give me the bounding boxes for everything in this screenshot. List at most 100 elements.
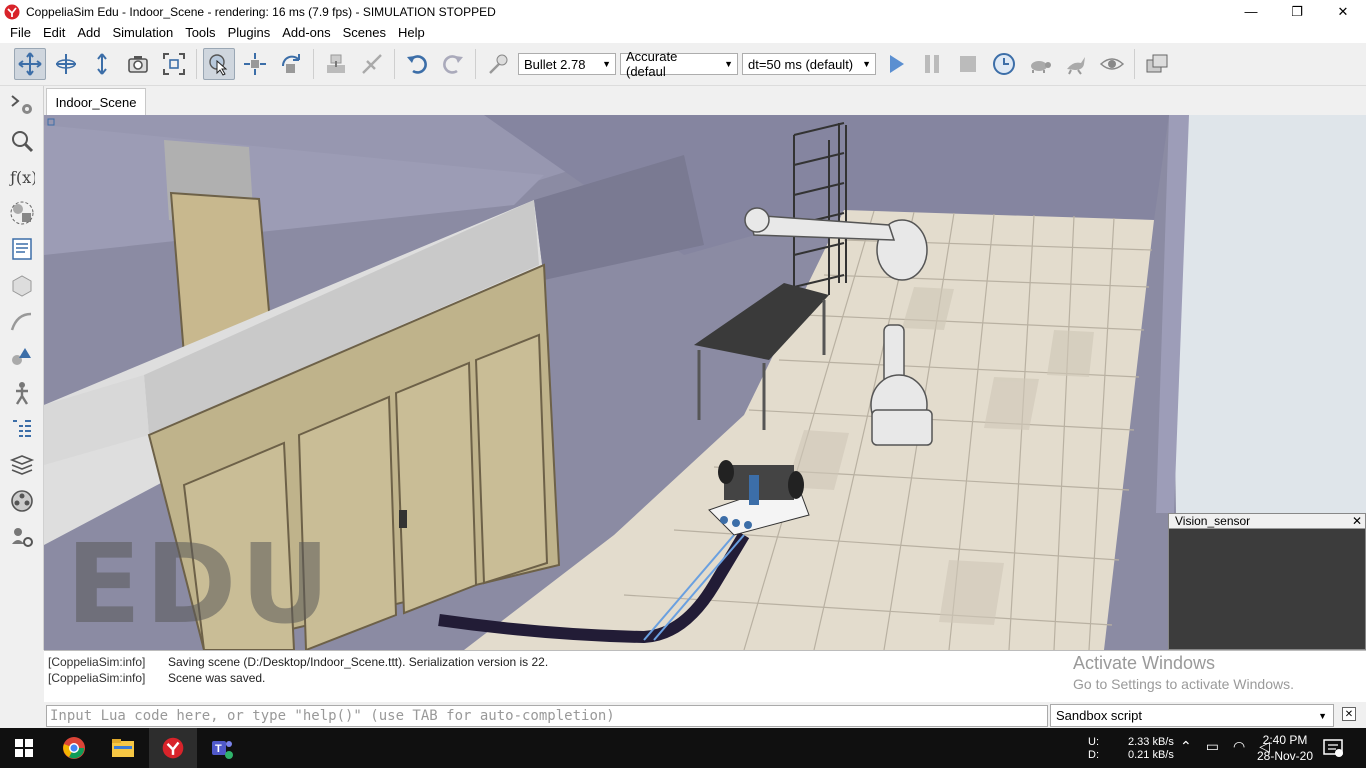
accuracy-select[interactable]: Accurate (defaul ▼ [620,49,738,79]
toolbar-separator [196,49,197,79]
coppeliasim-taskbar-button[interactable] [149,728,197,768]
start-button[interactable] [0,728,48,768]
undo-button[interactable] [401,48,433,80]
vision-sensor-close-button[interactable]: ✕ [1352,514,1362,528]
shape-edit-button[interactable] [4,268,40,302]
realtime-button[interactable] [988,48,1020,80]
scripts-button[interactable] [4,232,40,266]
menu-add[interactable]: Add [71,23,106,43]
transfer-dna-button[interactable] [356,48,388,80]
tab-indoor-scene[interactable]: Indoor_Scene [46,88,146,115]
layers-icon [9,455,35,475]
assemble-icon [327,54,345,73]
menu-tools[interactable]: Tools [179,23,221,43]
notification-icon[interactable] [1322,737,1344,759]
chevron-down-icon: ▼ [602,59,611,69]
teams-taskbar-button[interactable]: T [198,728,246,768]
path-edit-button[interactable] [4,304,40,338]
speed-up-button[interactable] [1060,48,1092,80]
close-window-button[interactable]: ✕ [1320,0,1366,23]
command-line-bar: Input Lua code here, or type "help()" (u… [44,703,1366,728]
menu-addons[interactable]: Add-ons [276,23,336,43]
physics-engine-select[interactable]: Bullet 2.78 ▼ [518,53,616,75]
fit-to-view-button[interactable] [158,48,190,80]
user-settings-button[interactable] [4,520,40,554]
page-selector-button[interactable] [1141,48,1173,80]
camera-pan-button[interactable] [14,48,46,80]
scripts-icon [12,238,32,260]
object-rotate-button[interactable] [275,48,307,80]
menu-scenes[interactable]: Scenes [337,23,392,43]
upload-speed: 2.33 kB/s [1128,736,1174,748]
left-toolbar: ƒ(x) [0,86,44,650]
shape-edit-icon [12,275,32,297]
model-browser-button[interactable] [4,376,40,410]
physics-engine-value: Bullet 2.78 [524,56,586,72]
chrome-taskbar-button[interactable] [50,728,98,768]
selection-icon [12,348,31,365]
pause-simulation-button[interactable] [916,48,948,80]
camera-rotate-button[interactable] [50,48,82,80]
scene-viewport[interactable]: EDU Vision_sensor ✕ [44,115,1366,650]
camera-angle-button[interactable] [122,48,154,80]
collections-icon [10,201,34,225]
lua-command-input[interactable]: Input Lua code here, or type "help()" (u… [46,704,1048,727]
minimize-button[interactable]: — [1228,0,1274,23]
dynamics-button[interactable] [482,48,514,80]
file-explorer-taskbar-button[interactable] [99,728,147,768]
video-recorder-button[interactable] [4,484,40,518]
slow-down-button[interactable] [1024,48,1056,80]
calculation-modules-icon [12,131,34,153]
teams-icon: T [212,741,233,759]
transfer-dna-icon [362,54,382,74]
windows-taskbar: T U: 2.33 kB/s D: 0.21 kB/s ⌃ ▭ ◠ ◁ 2:40 P… [0,728,1366,768]
scene-object-properties-button[interactable] [4,88,40,122]
menu-plugins[interactable]: Plugins [222,23,277,43]
menu-simulation[interactable]: Simulation [107,23,180,43]
activate-windows-watermark: Activate Windows Go to Settings to activ… [1073,653,1294,692]
visualization-toggle-button[interactable] [1096,48,1128,80]
camera-rotate-icon [56,54,76,74]
camera-angle-icon [128,56,148,73]
stop-simulation-button[interactable] [952,48,984,80]
assemble-button[interactable] [320,48,352,80]
windows-start-icon [15,739,33,757]
battery-icon[interactable]: ▭ [1206,738,1219,755]
menu-file[interactable]: File [4,23,37,43]
title-bar: CoppeliaSim Edu - Indoor_Scene - renderi… [0,0,1366,23]
vision-sensor-view[interactable]: Vision_sensor ✕ [1168,513,1366,650]
file-explorer-icon [112,739,134,757]
scene-object-properties-icon [11,95,32,114]
start-simulation-button[interactable] [880,48,912,80]
collections-button[interactable] [4,196,40,230]
camera-shift-button[interactable] [86,48,118,80]
timestep-select[interactable]: dt=50 ms (default) ▼ [742,53,876,75]
slow-down-icon [1031,61,1051,73]
pause-simulation-icon [925,55,939,73]
chrome-icon [63,737,85,759]
selection-button[interactable] [4,340,40,374]
click-select-button[interactable] [203,48,235,80]
math-function-button[interactable]: ƒ(x) [4,160,40,194]
edu-watermark: EDU [66,520,334,648]
coppeliasim-icon [162,737,184,759]
object-shift-button[interactable] [239,48,271,80]
layers-button[interactable] [4,448,40,482]
page-selector-icon [1146,54,1168,73]
menu-help[interactable]: Help [392,23,431,43]
script-select[interactable]: Sandbox script ▼ [1050,704,1334,727]
restore-button[interactable]: ❐ [1274,0,1320,23]
click-select-icon [209,54,228,76]
taskbar-clock[interactable]: 2:40 PM 28-Nov-20 [1250,732,1320,764]
vision-sensor-title: Vision_sensor [1175,514,1251,528]
redo-button[interactable] [437,48,469,80]
calculation-modules-button[interactable] [4,124,40,158]
stop-simulation-icon [960,56,976,72]
wifi-icon[interactable]: ◠ [1233,738,1245,755]
scene-hierarchy-button[interactable] [4,412,40,446]
upload-label: U: [1088,736,1099,748]
command-line-close-button[interactable]: ✕ [1342,707,1356,721]
camera-shift-icon [97,53,107,75]
menu-edit[interactable]: Edit [37,23,71,43]
tray-chevron-up-icon[interactable]: ⌃ [1180,738,1192,755]
